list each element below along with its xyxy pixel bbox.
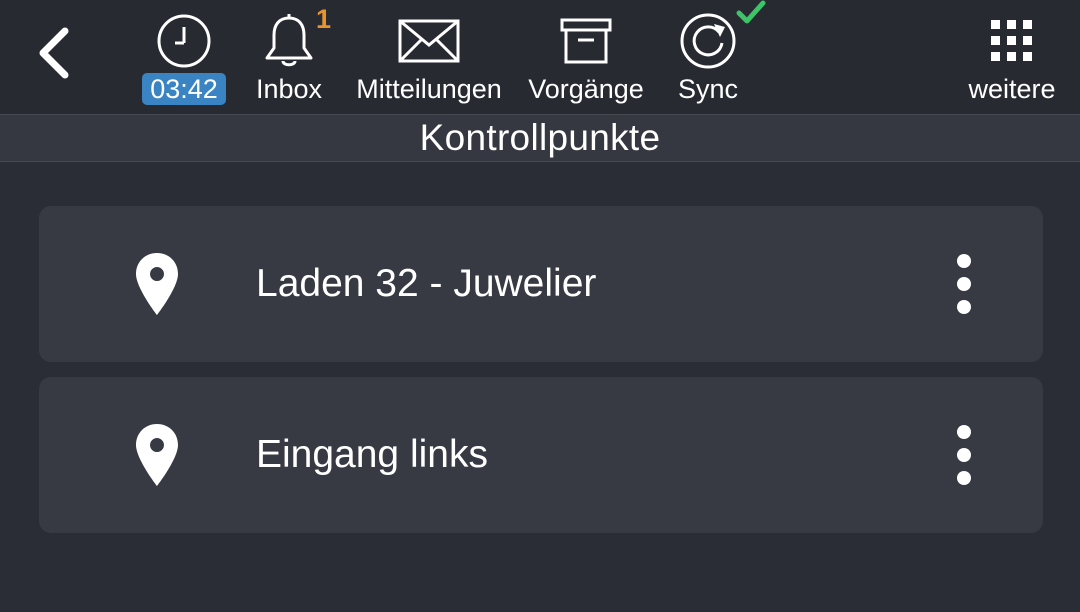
menu-dot	[957, 448, 971, 462]
inbox-label: Inbox	[255, 74, 323, 104]
menu-dot	[957, 300, 971, 314]
clock-icon	[152, 10, 216, 72]
chevron-left-icon	[39, 27, 69, 79]
nav-processes[interactable]: Vorgänge	[522, 10, 650, 110]
inbox-count-badge: 1	[315, 4, 331, 34]
nav-more[interactable]: weitere	[962, 10, 1062, 110]
checkpoint-label: Laden 32 - Juwelier	[256, 262, 597, 305]
messages-label: Mitteilungen	[356, 74, 502, 104]
location-pin-icon	[136, 253, 178, 315]
envelope-icon	[397, 10, 461, 72]
sync-label: Sync	[677, 74, 739, 104]
location-pin-icon	[136, 424, 178, 486]
menu-dot	[957, 425, 971, 439]
more-label: weitere	[968, 74, 1056, 104]
nav-inbox[interactable]: 1 Inbox	[250, 4, 331, 110]
checkpoint-card[interactable]: Eingang links	[39, 377, 1043, 533]
menu-dot	[957, 254, 971, 268]
nav-sync[interactable]: Sync	[670, 0, 766, 110]
back-button[interactable]	[30, 24, 78, 82]
more-vertical-icon[interactable]	[949, 254, 979, 314]
checkpoint-card[interactable]: Laden 32 - Juwelier	[39, 206, 1043, 362]
checkpoint-label: Eingang links	[256, 433, 488, 476]
nav-clock[interactable]: 03:42	[140, 10, 228, 110]
processes-label: Vorgänge	[528, 74, 644, 104]
grid-menu-icon	[980, 10, 1044, 72]
page-title: Kontrollpunkte	[419, 117, 661, 158]
time-badge: 03:42	[142, 73, 226, 105]
top-navigation-bar: 03:42 1 Inbox Mitteilungen Vorgänge Sync…	[0, 0, 1080, 114]
menu-dot	[957, 277, 971, 291]
archive-box-icon	[554, 10, 618, 72]
menu-dot	[957, 471, 971, 485]
nav-messages[interactable]: Mitteilungen	[348, 10, 510, 110]
title-bar: Kontrollpunkte	[0, 114, 1080, 162]
sync-icon	[676, 0, 766, 72]
more-vertical-icon[interactable]	[949, 425, 979, 485]
sync-ok-check-icon	[736, 0, 766, 31]
bell-icon: 1	[257, 4, 331, 72]
